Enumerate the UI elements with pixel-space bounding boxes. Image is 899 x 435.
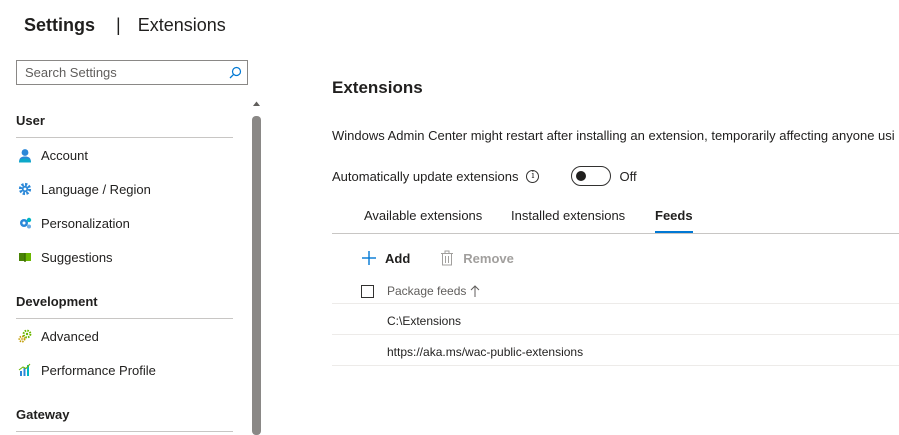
page-subtitle: Extensions: [137, 14, 226, 35]
group-title-development: Development: [16, 294, 98, 309]
table-row[interactable]: https://aka.ms/wac-public-extensions: [332, 336, 899, 366]
tab-feeds[interactable]: Feeds: [655, 203, 693, 233]
sidebar-scrollbar[interactable]: [252, 100, 261, 435]
feed-cell: https://aka.ms/wac-public-extensions: [387, 345, 584, 359]
sidebar-item-advanced[interactable]: Advanced: [16, 323, 236, 349]
scroll-thumb[interactable]: [252, 116, 261, 435]
add-icon: [360, 249, 378, 267]
feeds-grid-header: Package feeds: [332, 280, 899, 304]
scroll-up-arrow-icon[interactable]: [252, 100, 261, 110]
sidebar-item-account[interactable]: Account: [16, 142, 236, 168]
column-header-package-feeds[interactable]: Package feeds: [387, 284, 480, 298]
sidebar-item-label: Personalization: [41, 215, 130, 231]
divider: [16, 137, 233, 138]
select-all-checkbox[interactable]: [361, 285, 374, 298]
search-input[interactable]: [17, 61, 223, 84]
tab-installed-extensions[interactable]: Installed extensions: [511, 203, 625, 233]
account-icon: [16, 147, 33, 164]
gear-icon: [16, 181, 33, 198]
table-row[interactable]: C:\Extensions: [332, 305, 899, 335]
extensions-panel: Extensions Windows Admin Center might re…: [332, 0, 899, 435]
personalization-icon: [16, 215, 33, 232]
toggle-knob: [576, 171, 587, 181]
sidebar-item-label: Performance Profile: [41, 362, 156, 378]
column-header-label: Package feeds: [387, 284, 467, 298]
page-header: Settings | Extensions: [24, 13, 226, 37]
title-separator: |: [116, 14, 121, 35]
sidebar-item-language-region[interactable]: Language / Region: [16, 176, 236, 202]
auto-update-row: Automatically update extensions i Off: [332, 165, 637, 187]
advanced-gears-icon: [16, 328, 33, 345]
sidebar-item-suggestions[interactable]: Suggestions: [16, 244, 236, 270]
tab-available-extensions[interactable]: Available extensions: [364, 203, 482, 233]
sidebar-item-label: Suggestions: [41, 249, 113, 265]
add-button[interactable]: Add: [360, 249, 410, 267]
remove-button[interactable]: Remove: [438, 249, 514, 267]
toggle-state-label: Off: [619, 168, 637, 184]
divider: [16, 318, 233, 319]
suggestions-book-icon: [16, 249, 33, 266]
tab-label: Feeds: [655, 208, 693, 223]
settings-sidebar: User Account Language / Region Personali…: [0, 96, 250, 435]
page-title: Settings: [24, 14, 96, 35]
auto-update-toggle[interactable]: [571, 166, 612, 186]
group-title-user: User: [16, 113, 45, 128]
tab-label: Installed extensions: [511, 208, 626, 223]
command-bar: Add Remove: [360, 247, 514, 269]
sidebar-item-label: Language / Region: [41, 181, 151, 197]
remove-label: Remove: [463, 250, 514, 266]
restart-description: Windows Admin Center might restart after…: [332, 128, 895, 143]
search-box: [16, 60, 248, 85]
active-tab-indicator: [655, 231, 693, 233]
section-title: Extensions: [332, 78, 423, 97]
group-title-gateway: Gateway: [16, 407, 70, 422]
trash-icon: [438, 249, 456, 267]
extensions-tabs: Available extensions Installed extension…: [332, 203, 899, 234]
tab-label: Available extensions: [364, 208, 483, 223]
search-icon[interactable]: [223, 61, 247, 84]
sort-ascending-arrow-icon: [470, 285, 480, 297]
add-label: Add: [385, 250, 411, 266]
performance-chart-icon: [16, 362, 33, 379]
info-icon[interactable]: i: [526, 169, 540, 183]
sidebar-item-performance-profile[interactable]: Performance Profile: [16, 357, 236, 383]
sidebar-item-label: Advanced: [41, 328, 99, 344]
auto-update-label: Automatically update extensions: [332, 168, 519, 184]
sidebar-item-personalization[interactable]: Personalization: [16, 210, 236, 236]
sidebar-item-label: Account: [41, 147, 88, 163]
feed-cell: C:\Extensions: [387, 314, 462, 328]
divider: [16, 431, 233, 432]
